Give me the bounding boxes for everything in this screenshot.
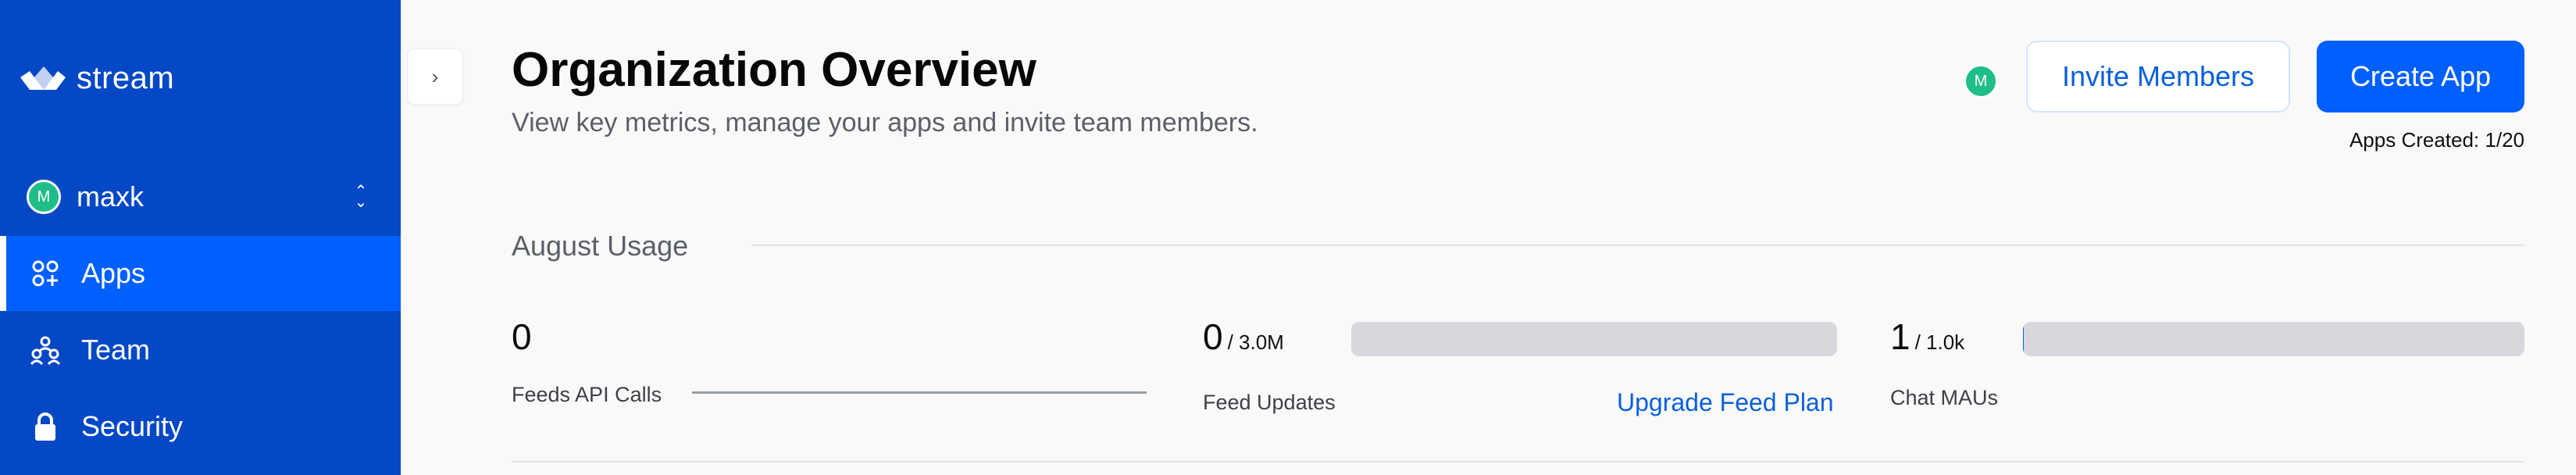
org-avatar: M: [27, 180, 61, 214]
feed-updates-value: 0/ 3.0M: [1203, 316, 1284, 357]
page-subtitle: View key metrics, manage your apps and i…: [512, 108, 1258, 138]
sidebar-item-team[interactable]: Team: [0, 312, 401, 388]
feeds-api-calls-value: 0: [512, 316, 532, 357]
section-divider-bottom: [512, 461, 2524, 462]
feeds-api-calls-label: Feeds API Calls: [512, 383, 662, 406]
sidebar-toggle-button[interactable]: ›: [407, 48, 463, 105]
chevron-up-down-icon: ⌃ ⌄: [354, 183, 368, 211]
chat-maus-value: 1/ 1.0k: [1890, 316, 1965, 357]
sidebar-item-label: Team: [81, 334, 151, 366]
lock-icon: [35, 412, 55, 441]
sidebar-item-apps[interactable]: Apps: [0, 236, 401, 311]
sidebar-item-label: Apps: [81, 257, 146, 289]
sidebar-item-label: Security: [81, 410, 184, 442]
chevron-right-icon: ›: [431, 64, 439, 88]
apps-icon: [32, 260, 59, 287]
sidebar: stream M maxk ⌃ ⌄ Apps Team Security: [0, 0, 401, 475]
org-switcher[interactable]: M maxk ⌃ ⌄: [27, 178, 370, 216]
apps-created-count: Apps Created: 1/20: [2349, 128, 2524, 152]
upgrade-feed-plan-link[interactable]: Upgrade Feed Plan: [1617, 388, 1834, 417]
feed-updates-limit: / 3.0M: [1227, 330, 1284, 354]
page-title: Organization Overview: [512, 43, 1036, 97]
team-icon: [30, 336, 61, 366]
org-name: maxk: [77, 180, 144, 212]
invite-members-button[interactable]: Invite Members: [2026, 41, 2290, 112]
chat-maus-progress: [2023, 322, 2524, 356]
section-divider: [751, 245, 2524, 246]
stream-logo-icon: [20, 66, 66, 90]
feed-updates-label: Feed Updates: [1203, 391, 1336, 414]
brand-name: stream: [77, 61, 175, 95]
sidebar-item-security[interactable]: Security: [0, 389, 401, 464]
chat-maus-limit: / 1.0k: [1914, 330, 1965, 354]
feed-updates-progress: [1351, 322, 1837, 356]
feeds-api-calls-sparkline: [692, 391, 1147, 394]
user-avatar[interactable]: M: [1964, 64, 1998, 98]
chat-maus-label: Chat MAUs: [1890, 386, 1999, 409]
stream-logo[interactable]: stream: [19, 61, 174, 96]
usage-section-title: August Usage: [512, 230, 689, 262]
create-app-button[interactable]: Create App: [2317, 41, 2524, 112]
chat-maus-progress-fill: [2023, 322, 2024, 356]
